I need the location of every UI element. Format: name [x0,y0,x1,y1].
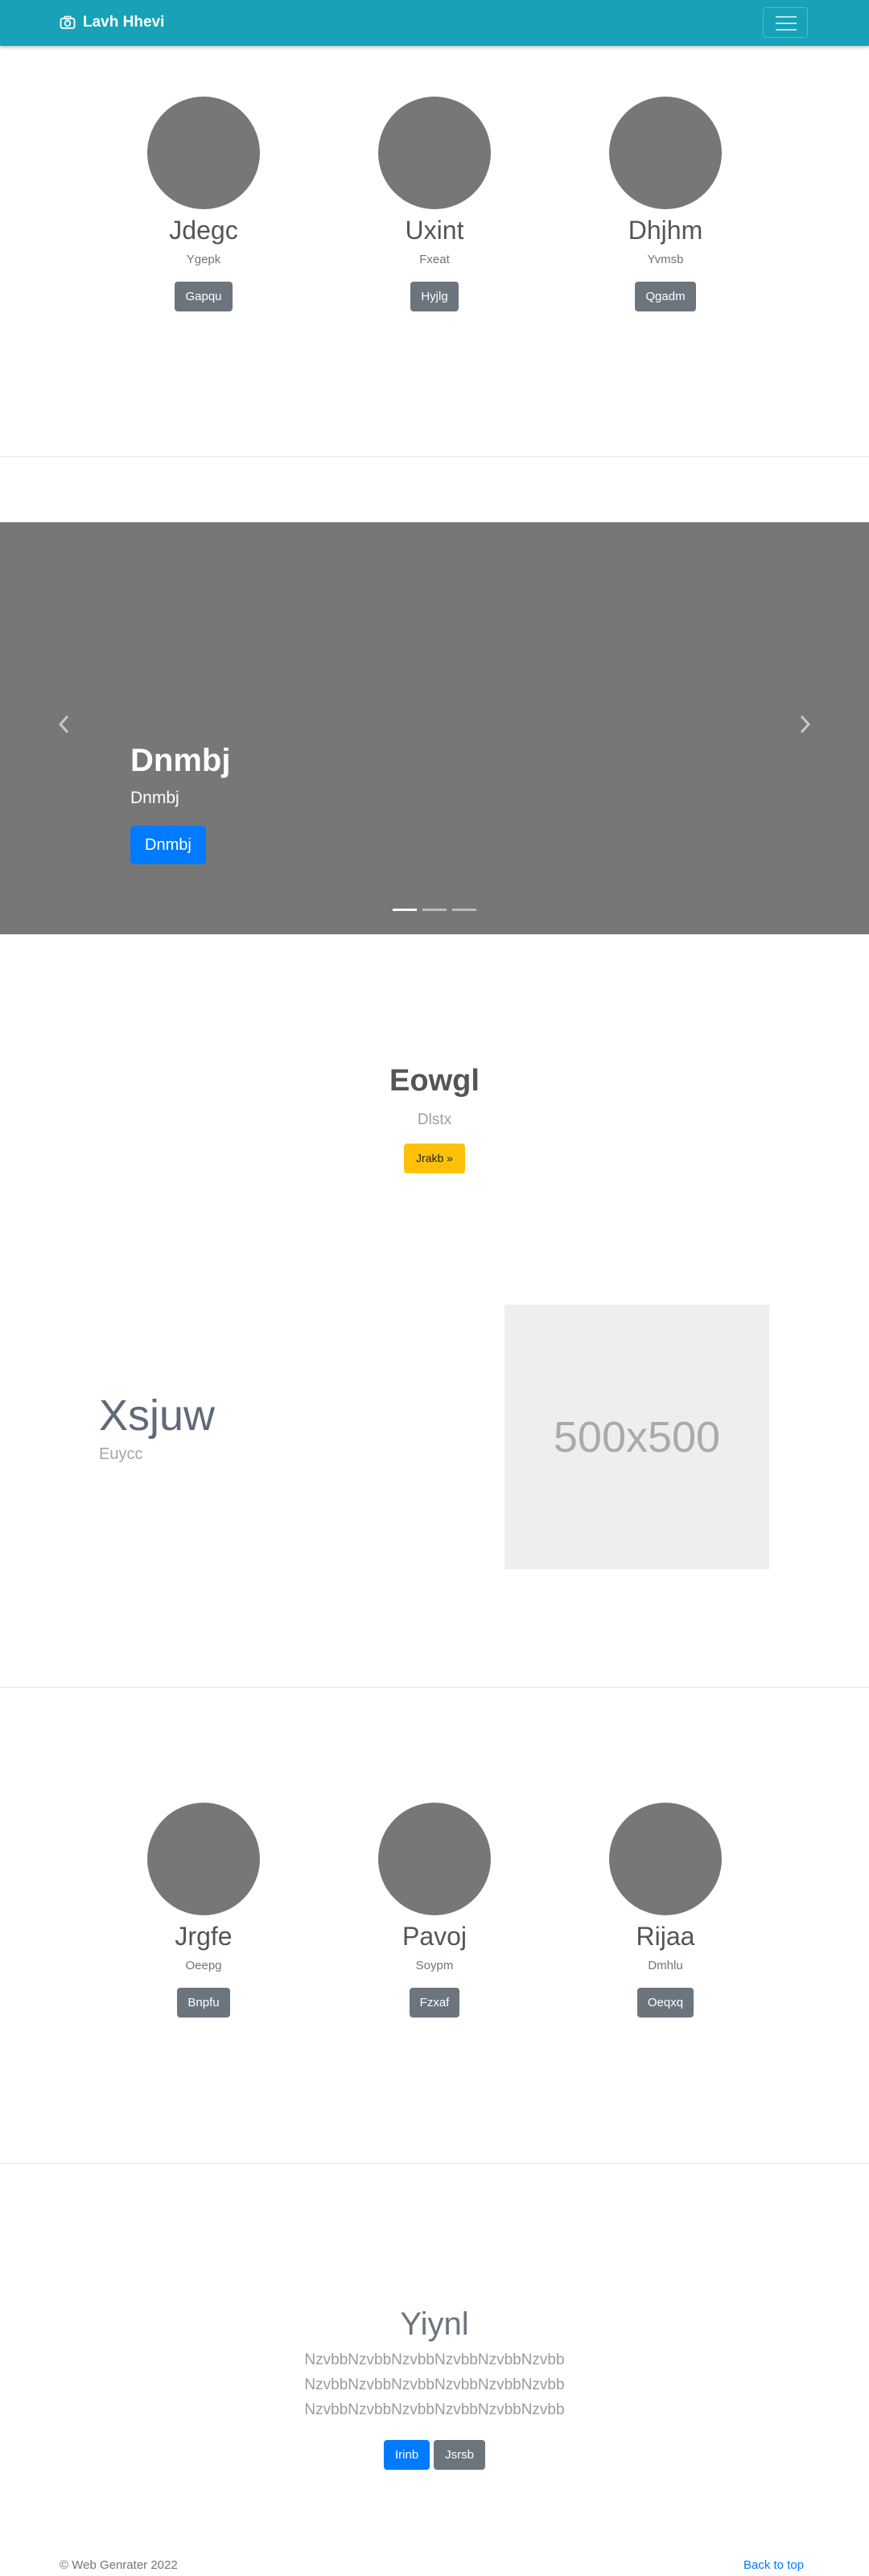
avatar [378,97,491,209]
member-role: Fxeat [419,253,450,266]
member-name: Jdegc [169,216,238,245]
placeholder-image: 500x500 [505,1304,769,1569]
carousel-indicator[interactable] [393,909,417,911]
avatar [147,97,260,209]
navbar: Lavh Hhevi [0,0,869,46]
member-role: Yvmsb [647,253,684,266]
hero-button[interactable]: Jrakb » [404,1144,465,1173]
brand-name: Lavh Hhevi [83,14,165,31]
navbar-brand[interactable]: Lavh Hhevi [60,14,164,31]
carousel-indicators [393,909,476,911]
placeholder-image-label: 500x500 [553,1412,721,1461]
member-button[interactable]: Oeqxq [636,1988,694,2018]
member-role: Dmhlu [648,1959,683,1972]
team-member: Rijaa Dmhlu Oeqxq [569,1803,762,2018]
chevron-right-icon[interactable] [792,714,818,740]
hero-subtitle: Dlstx [417,1111,452,1128]
avatar [147,1803,260,1915]
navbar-toggler[interactable] [763,7,808,38]
avatar [609,1803,722,1915]
featurette-heading: Xsjuw [99,1391,216,1440]
hamburger-icon-bar [776,16,797,18]
avatar [609,97,722,209]
team-member: Jdegc Ygepk Gapqu [107,97,300,311]
carousel-indicator[interactable] [452,909,476,911]
hamburger-icon-bar [776,23,797,24]
member-button[interactable]: Fzxaf [409,1988,460,2018]
chevron-left-icon[interactable] [51,714,77,740]
section-divider [0,456,869,457]
featurette-subtext: Euycc [99,1445,143,1463]
avatar [378,1803,491,1915]
hamburger-icon-bar [776,29,797,31]
jumbotron-text-line: NzvbbNzvbbNzvbbNzvbbNzvbbNzvbb [304,2401,565,2418]
jumbotron-text-line: NzvbbNzvbbNzvbbNzvbbNzvbbNzvbb [304,2351,565,2368]
primary-button[interactable]: Irinb [383,2440,430,2470]
member-name: Rijaa [636,1922,695,1951]
jumbotron-title: Yiynl [400,2306,469,2342]
jumbotron-text-line: NzvbbNzvbbNzvbbNzvbbNzvbbNzvbb [304,2376,565,2393]
member-role: Ygepk [186,253,221,266]
back-to-top-link[interactable]: Back to top [743,2558,804,2572]
carousel-caption-text: Dnmbj [130,789,179,807]
member-role: Oeepg [185,1959,222,1972]
camera-icon [60,15,76,29]
jumbotron-buttons: Irinb Jsrsb [383,2440,486,2470]
member-button[interactable]: Qgadm [635,282,696,311]
section-divider [0,1687,869,1688]
hero-section: Eowgl Dlstx Jrakb » [0,1064,869,1173]
member-button[interactable]: Gapqu [175,282,233,311]
member-name: Uxint [405,216,464,245]
carousel-caption-button[interactable]: Dnmbj [130,826,206,864]
member-name: Jrgfe [175,1922,233,1951]
member-button[interactable]: Hyjlg [410,282,459,311]
hero-title: Eowgl [389,1064,480,1098]
member-name: Pavoj [402,1922,467,1951]
member-role: Soypm [415,1959,454,1972]
jumbotron: Yiynl NzvbbNzvbbNzvbbNzvbbNzvbbNzvbb Nzv… [0,2306,869,2470]
team-member: Dhjhm Yvmsb Qgadm [569,97,762,311]
carousel: Dnmbj Dnmbj Dnmbj [0,522,869,934]
team-member: Pavoj Soypm Fzxaf [338,1803,531,2018]
footer-copyright: © Web Genrater 2022 [60,2558,178,2572]
section-divider [0,2163,869,2164]
team-member: Uxint Fxeat Hyjlg [338,97,531,311]
secondary-button[interactable]: Jsrsb [434,2440,486,2470]
carousel-caption-title: Dnmbj [130,743,231,778]
member-name: Dhjhm [628,216,703,245]
team-member: Jrgfe Oeepg Bnpfu [107,1803,300,2018]
member-button[interactable]: Bnpfu [177,1988,230,2018]
carousel-indicator[interactable] [422,909,447,911]
